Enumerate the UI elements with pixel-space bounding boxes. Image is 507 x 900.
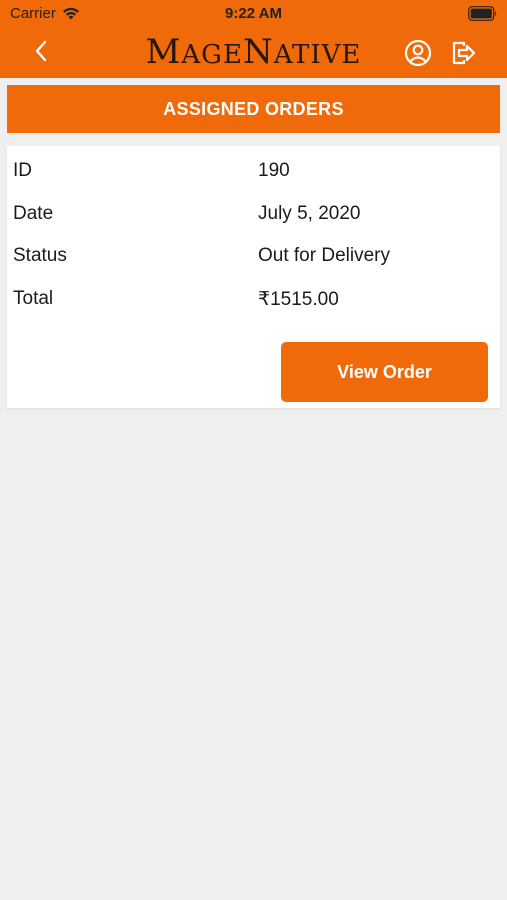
order-row-id: ID 190 bbox=[7, 160, 500, 190]
order-field-label: Status bbox=[13, 245, 67, 266]
order-row-total: Total ₹1515.00 bbox=[7, 288, 500, 318]
order-card: ID 190 Date July 5, 2020 Status Out for … bbox=[7, 146, 500, 408]
logo-part: ATIVE bbox=[273, 40, 362, 70]
view-order-button[interactable]: View Order bbox=[281, 342, 488, 402]
order-row-date: Date July 5, 2020 bbox=[7, 203, 500, 233]
order-row-status: Status Out for Delivery bbox=[7, 245, 500, 275]
logo-part: M bbox=[145, 32, 182, 72]
profile-button[interactable] bbox=[403, 38, 433, 68]
order-field-label: Total bbox=[13, 288, 54, 309]
logo-part: AGE bbox=[181, 40, 243, 70]
order-field-value: July 5, 2020 bbox=[258, 203, 361, 224]
section-title-banner: ASSIGNED ORDERS bbox=[7, 85, 500, 133]
order-field-label: Date bbox=[13, 203, 54, 224]
user-circle-icon bbox=[404, 39, 432, 67]
order-field-value: Out for Delivery bbox=[258, 245, 390, 266]
order-field-value: ₹1515.00 bbox=[258, 289, 339, 310]
status-time: 9:22 AM bbox=[225, 5, 282, 22]
view-order-label: View Order bbox=[337, 361, 432, 382]
battery-icon bbox=[468, 6, 497, 21]
logo-part: N bbox=[242, 32, 274, 72]
nav-bar: MAGENATIVE bbox=[0, 28, 507, 76]
order-field-label: ID bbox=[13, 160, 32, 181]
section-title: ASSIGNED ORDERS bbox=[163, 98, 344, 119]
logout-icon bbox=[452, 41, 476, 65]
status-bar: Carrier 9:22 AM bbox=[0, 0, 507, 28]
logout-button[interactable] bbox=[449, 38, 479, 68]
app-header: Carrier 9:22 AM MAGENATIVE bbox=[0, 0, 507, 78]
order-field-value: 190 bbox=[258, 160, 290, 181]
